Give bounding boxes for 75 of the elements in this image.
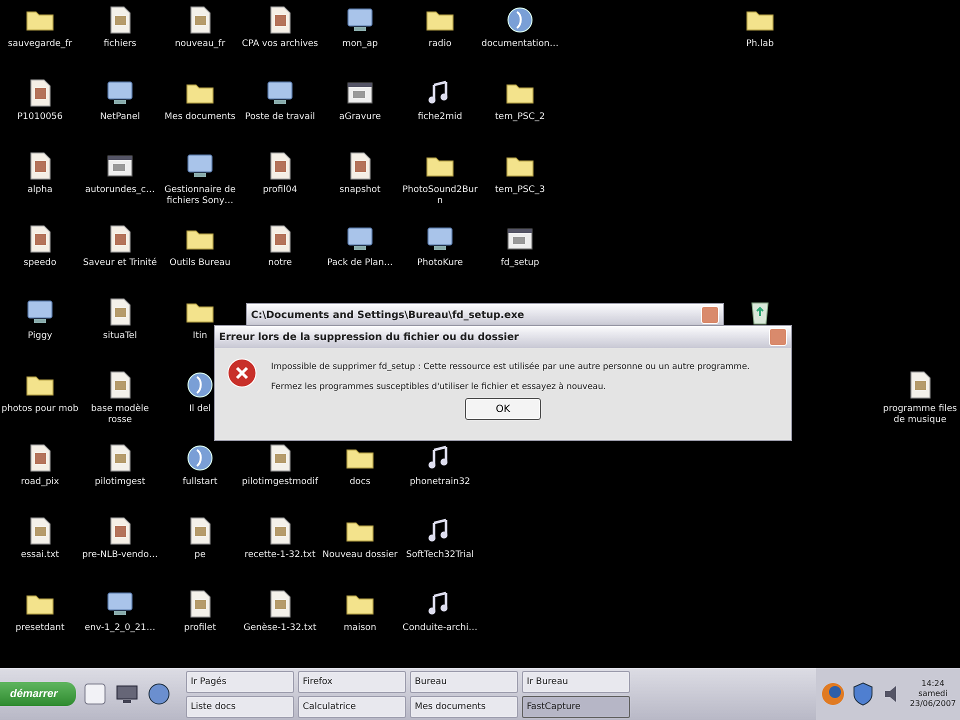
icon-label: profil04 [262, 185, 298, 196]
icon-label: sauvegarde_fr [8, 39, 72, 50]
icon-label: Ph.lab [746, 39, 774, 50]
icon-label: docs [350, 477, 370, 488]
icon-label: Pack de Plan… [327, 258, 393, 269]
icon-label: autorundes_c… [85, 185, 155, 196]
error-hint: Fermez les programmes susceptibles d'utiliser le fichier et essayez à nouveau. [271, 382, 607, 392]
icon-label: CPA vos archives [242, 39, 318, 50]
icon-label: Outils Bureau [169, 258, 230, 269]
icon-label: Genèse-1-32.txt [244, 623, 316, 634]
error-message: Impossible de supprimer fd_setup : Cette ressource est utilisée par une autre personne ou un autre programme. [271, 362, 750, 372]
taskbar-button[interactable]: Bureau [410, 670, 518, 692]
icon-label: Saveur et Trinité [83, 258, 157, 269]
taskbar-button[interactable]: Firefox [298, 670, 406, 692]
taskbar-button[interactable]: Liste docs [186, 696, 294, 718]
taskbar-button[interactable]: Mes documents [410, 696, 518, 718]
icon-label: pilotimgest [94, 477, 146, 488]
icon-label: pe [194, 550, 206, 561]
icon-label: notre [268, 258, 292, 269]
window-title: C:\Documents and Settings\Bureau\fd_setup.exe [251, 310, 524, 320]
icon-label: fichiers [104, 39, 136, 50]
icon-label: P1010056 [17, 112, 63, 123]
icon-label: Nouveau dossier [322, 550, 398, 561]
dialog-title: Erreur lors de la suppression du fichier ou du dossier [219, 332, 519, 342]
icon-label: nouveau_fr [174, 39, 226, 50]
icon-label: fullstart [182, 477, 218, 488]
icon-label: tem_PSC_3 [495, 185, 545, 196]
taskbar-button[interactable]: FastCapture [522, 696, 630, 718]
icon-label: Mes documents [164, 112, 236, 123]
clock-date: 23/06/2007 [910, 699, 956, 709]
icon-label: presetdant [16, 623, 64, 634]
taskbar-button[interactable]: Ir Pagés [186, 670, 294, 692]
taskbar-button[interactable]: Calculatrice [298, 696, 406, 718]
ok-button[interactable]: OK [465, 398, 541, 420]
icon-label: PhotoSound2Burn [401, 185, 479, 207]
icon-label: Piggy [28, 331, 52, 342]
icon-label: pilotimgestmodif [242, 477, 318, 488]
icon-label: documentation… [481, 39, 559, 50]
icon-label: fiche2mid [418, 112, 462, 123]
icon-label: tem_PSC_2 [495, 112, 545, 123]
icon-label: programme files de musique [882, 404, 958, 426]
icon-label: road_pix [20, 477, 60, 488]
icon-label: Il del [189, 404, 211, 415]
icon-label: pre-NLB-vendo… [82, 550, 158, 561]
close-button[interactable] [769, 328, 787, 346]
icon-label: mon_ap [342, 39, 378, 50]
icon-label: phonetrain32 [410, 477, 470, 488]
error-icon [227, 358, 257, 388]
icon-label: aGravure [339, 112, 381, 123]
icon-label: speedo [24, 258, 56, 269]
icon-label: NetPanel [100, 112, 140, 123]
icon-label: Conduite-archi… [402, 623, 478, 634]
icon-label: fd_setup [500, 258, 540, 269]
icon-label: radio [428, 39, 452, 50]
icon-label: env-1_2_0_21… [84, 623, 156, 634]
icon-label: recette-1-32.txt [244, 550, 316, 561]
icon-label: Gestionnaire de fichiers Sony… [163, 185, 237, 207]
globe-icon[interactable] [146, 681, 172, 707]
icon-label: alpha [28, 185, 52, 196]
close-button[interactable] [701, 306, 719, 324]
icon-label: Poste de travail [245, 112, 315, 123]
icon-label: Itin [192, 331, 208, 342]
icon-label: PhotoKure [417, 258, 463, 269]
window-icon[interactable] [82, 681, 108, 707]
icon-label: photos pour mob [2, 404, 78, 415]
icon-label: SoftTech32Trial [406, 550, 474, 561]
icon-label: maison [344, 623, 376, 634]
icon-label: situaTel [103, 331, 137, 342]
icon-label: essai.txt [20, 550, 60, 561]
clock-day: samedi [918, 689, 948, 699]
clock-time: 14:24 [921, 679, 944, 689]
icon-label: snapshot [339, 185, 381, 196]
icon-label: profilet [184, 623, 216, 634]
taskbar-button[interactable]: Ir Bureau [522, 670, 630, 692]
icon-label: base modèle rosse [90, 404, 150, 426]
